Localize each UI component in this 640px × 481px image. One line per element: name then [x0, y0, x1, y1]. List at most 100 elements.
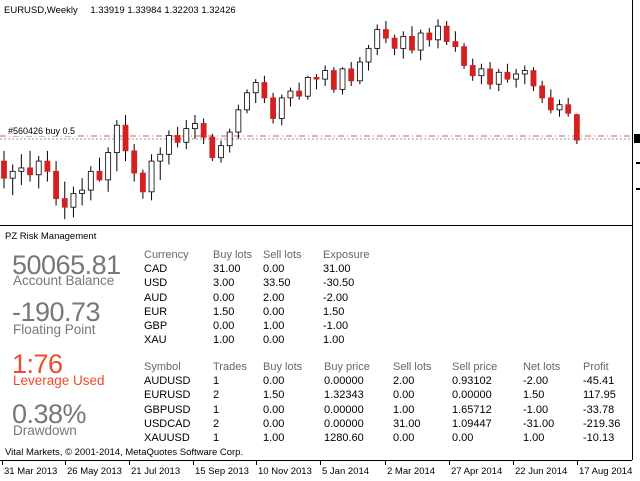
candle [504, 63, 511, 83]
time-tick [577, 461, 578, 465]
table-cell: -33.78 [583, 403, 615, 416]
column-header: Sell price [452, 361, 498, 373]
table-cell: 0.00 [213, 291, 235, 304]
candle [105, 147, 112, 192]
candle [122, 114, 129, 162]
candle [53, 161, 59, 206]
table-cell: 1.00 [263, 320, 285, 332]
table-cell: XAU [144, 334, 167, 347]
subwindow-price-axis [632, 225, 633, 460]
table-cell: 0.00 [263, 403, 285, 416]
time-label: 15 Sep 2013 [195, 466, 249, 477]
table-cell: 1.50 [523, 389, 545, 402]
time-label: 2 Mar 2014 [387, 466, 436, 477]
candle [61, 181, 68, 220]
time-label: 22 Jun 2014 [515, 466, 568, 477]
price-axis[interactable] [632, 0, 640, 225]
candle [296, 82, 303, 100]
candle [131, 144, 138, 182]
time-tick [256, 461, 257, 465]
table-cell: 1.00 [213, 334, 235, 347]
candle [166, 130, 172, 165]
candle [452, 31, 459, 52]
candle [35, 155, 42, 189]
table-cell: 0.00 [393, 432, 415, 444]
candle [192, 114, 198, 139]
candle [348, 62, 355, 86]
table-cell: -1.00 [523, 403, 549, 416]
table-cell: 0.00000 [324, 403, 364, 416]
column-header: Buy lots [213, 249, 253, 261]
candle [383, 21, 389, 44]
column-header: Buy lots [263, 361, 303, 373]
table-cell: 2.00 [393, 375, 415, 388]
table-cell: 1.50 [263, 389, 285, 402]
column-header: Profit [583, 361, 609, 373]
candle [313, 73, 320, 90]
candle [261, 75, 268, 104]
table-cell: GBP [144, 320, 168, 332]
price-chart[interactable] [0, 0, 632, 225]
table-cell: 1.00 [263, 432, 285, 444]
table-cell: 1.00 [323, 334, 345, 347]
table-cell: 2.00 [263, 291, 285, 304]
chart-window[interactable]: EURUSD,Weekly 1.33919 1.33984 1.32203 1.… [0, 0, 640, 480]
candle [27, 150, 33, 182]
time-label: 17 Aug 2014 [579, 466, 633, 477]
subwindow-divider[interactable] [0, 225, 632, 226]
column-header: Sell lots [393, 361, 432, 373]
table-cell: -30.50 [323, 277, 355, 290]
table-cell: -219.36 [583, 417, 621, 430]
candle [365, 44, 372, 71]
candle [409, 26, 415, 54]
indicator-title: PZ Risk Management [5, 231, 97, 242]
column-header: Buy price [324, 361, 370, 373]
candle [200, 118, 207, 145]
candle [226, 128, 233, 153]
table-cell: 0.00000 [324, 375, 364, 388]
candle [157, 147, 164, 180]
time-label: 5 Jan 2014 [322, 466, 370, 477]
chart-header: EURUSD,Weekly 1.33919 1.33984 1.32203 1.… [4, 5, 236, 16]
table-cell: 117.95 [583, 389, 616, 402]
candle [469, 58, 476, 81]
column-header: Symbol [144, 361, 181, 373]
candle [304, 75, 311, 100]
candle [461, 43, 467, 69]
candle [252, 79, 259, 104]
table-cell: 0.00 [263, 375, 285, 388]
time-label: 27 Apr 2014 [451, 466, 503, 477]
table-cell: 0.00000 [452, 389, 492, 402]
time-tick [2, 461, 3, 465]
time-label: 26 May 2013 [67, 466, 122, 477]
table-cell: EUR [144, 305, 168, 318]
ohlc-readout: 1.33919 1.33984 1.32203 1.32426 [90, 5, 236, 16]
time-tick [65, 461, 66, 465]
candle [426, 27, 433, 47]
time-tick [193, 461, 194, 465]
table-cell: 1.00 [523, 432, 545, 444]
table-cell: 0.00 [393, 389, 415, 402]
candle [139, 169, 146, 199]
candle [244, 89, 250, 114]
column-header: Net lots [523, 361, 561, 373]
table-cell: 1.50 [323, 305, 345, 318]
candle [539, 80, 546, 104]
table-cell: 0.00 [452, 432, 474, 444]
candle [174, 126, 181, 148]
table-cell: 1280.60 [324, 432, 364, 444]
floating-label: Floating Point [13, 322, 96, 337]
candle [235, 104, 242, 139]
table-cell: USDCAD [144, 417, 191, 430]
drawdown-label: Drawdown [13, 423, 77, 438]
candle [400, 31, 407, 59]
candle [287, 87, 294, 107]
table-cell: 31.00 [323, 263, 351, 276]
table-cell: 31.00 [213, 263, 241, 276]
table-cell: AUDUSD [144, 375, 191, 388]
column-header: Currency [144, 249, 189, 261]
order-line-label[interactable]: #560426 buy 0.5 [7, 126, 77, 136]
candle [270, 92, 276, 124]
candle [573, 113, 580, 145]
table-cell: 0.00 [263, 263, 285, 276]
